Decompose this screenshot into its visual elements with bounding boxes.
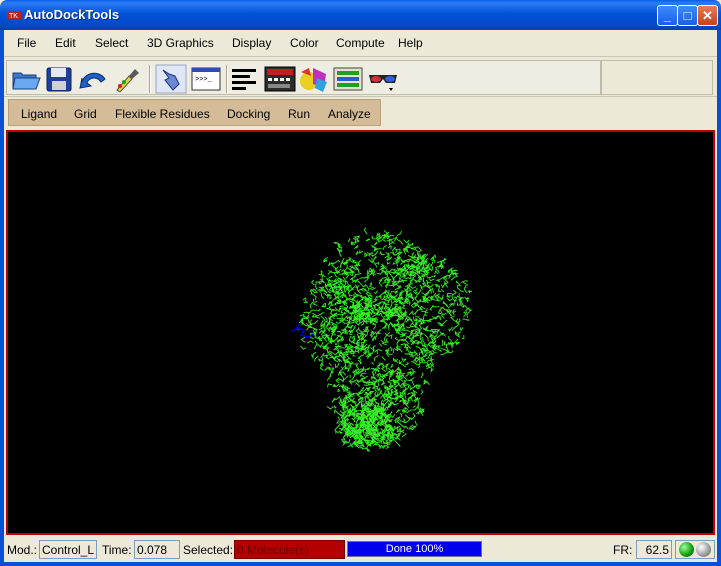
stereo-glasses-icon[interactable] [367, 64, 399, 94]
adt-menu-flexible-residues[interactable]: Flexible Residues [115, 107, 210, 121]
autodock-menu-bar: Ligand Grid Flexible Residues Docking Ru… [4, 97, 717, 128]
toolbar-group-empty [601, 60, 713, 95]
text-lines-icon[interactable] [229, 64, 261, 94]
selected-label: Selected: [183, 543, 234, 557]
green-status-light-icon[interactable] [679, 542, 694, 557]
selected-value-field[interactable]: 0 Molecule(s) [234, 540, 345, 559]
title-bar: TK AutoDockTools _ □ ✕ [0, 0, 721, 30]
adt-menu-grid[interactable]: Grid [74, 107, 97, 121]
toolbar-separator [226, 65, 228, 93]
adt-menu-ligand[interactable]: Ligand [21, 107, 57, 121]
open-folder-icon[interactable] [10, 64, 42, 94]
viewer-panel [4, 128, 717, 538]
window-frame-right [717, 30, 721, 566]
dashboard-icon[interactable] [264, 64, 296, 94]
minimize-button[interactable]: _ [657, 5, 678, 26]
adt-menu-run[interactable]: Run [288, 107, 310, 121]
window-frame-bottom [0, 562, 721, 566]
toolbar: >>>_ [4, 58, 717, 97]
menu-color[interactable]: Color [290, 36, 319, 50]
toolbar-group-main: >>>_ [6, 60, 601, 95]
time-value-field: 0.078 [134, 540, 180, 559]
pipette-icon[interactable] [111, 64, 143, 94]
menu-help[interactable]: Help [398, 36, 423, 50]
svg-text:TK: TK [9, 13, 18, 20]
menu-compute[interactable]: Compute [336, 36, 385, 50]
fr-label: FR: [613, 543, 633, 557]
menu-display[interactable]: Display [232, 36, 271, 50]
autodock-menu-group: Ligand Grid Flexible Residues Docking Ru… [8, 99, 381, 126]
close-button[interactable]: ✕ [697, 5, 718, 26]
gray-status-light-icon[interactable] [696, 542, 711, 557]
maximize-button[interactable]: □ [677, 5, 698, 26]
undo-arrow-icon[interactable] [77, 64, 109, 94]
mod-value-field: Control_L [39, 540, 97, 559]
window-title: AutoDockTools [24, 7, 120, 22]
layers-panel-icon[interactable] [332, 64, 364, 94]
menu-select[interactable]: Select [95, 36, 128, 50]
python-shell-icon[interactable]: >>>_ [190, 64, 222, 94]
protein-wireframe [297, 227, 473, 452]
hand-pick-icon[interactable] [155, 64, 187, 94]
menu-3d-graphics[interactable]: 3D Graphics [147, 36, 214, 50]
adt-menu-docking[interactable]: Docking [227, 107, 270, 121]
save-disk-icon[interactable] [43, 64, 75, 94]
color-shapes-icon[interactable] [297, 64, 329, 94]
fr-value-field: 62.5 [636, 540, 672, 559]
progress-bar: Done 100% [347, 541, 482, 557]
status-bar: Mod.: Control_L Time: 0.078 Selected: 0 … [4, 538, 717, 562]
protein-molecule [297, 227, 473, 452]
menu-bar: File Edit Select 3D Graphics Display Col… [4, 30, 717, 57]
3d-viewer-canvas[interactable] [6, 130, 715, 535]
molecule-render[interactable] [8, 132, 713, 533]
menu-edit[interactable]: Edit [55, 36, 76, 50]
adt-menu-analyze[interactable]: Analyze [328, 107, 371, 121]
menu-file[interactable]: File [17, 36, 36, 50]
toolbar-separator [149, 65, 151, 93]
svg-text:>>>_: >>>_ [195, 76, 213, 84]
time-label: Time: [102, 543, 132, 557]
app-logo-icon: TK [7, 11, 21, 20]
mod-label: Mod.: [7, 543, 38, 557]
